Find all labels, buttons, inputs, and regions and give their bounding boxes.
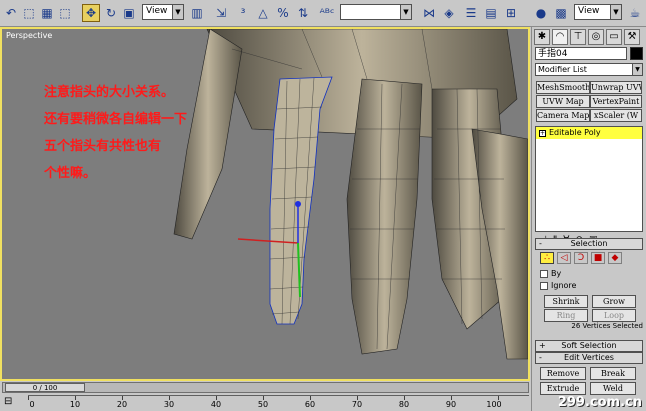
site-watermark: 299.com.cn xyxy=(557,395,642,410)
tick-label: 20 xyxy=(116,400,128,409)
chevron-down-icon: ▼ xyxy=(610,5,621,19)
grow-button[interactable]: Grow xyxy=(592,295,636,308)
create-tab-icon[interactable]: ✱ xyxy=(534,29,550,45)
loop-button[interactable]: Loop xyxy=(592,309,636,322)
select-object-icon[interactable]: ⬚ xyxy=(20,4,38,22)
curve-editor-icon[interactable]: ▤ xyxy=(482,4,500,22)
object-color-swatch[interactable] xyxy=(630,47,643,60)
material-editor-icon[interactable]: ● xyxy=(532,4,550,22)
layer-manager-icon[interactable]: ☰ xyxy=(462,4,480,22)
time-slider-thumb[interactable]: 0 / 100 xyxy=(5,383,85,392)
spinner-snap-icon[interactable]: ⇅ xyxy=(294,4,312,22)
annotation-line-1: 注意指头的大小关系。 xyxy=(44,85,175,100)
vertex-paint-button[interactable]: VertexPaint xyxy=(590,95,642,108)
border-mode-icon[interactable]: Ↄ xyxy=(574,252,588,264)
tick-label: 30 xyxy=(163,400,175,409)
tick-label: 100 xyxy=(486,400,502,409)
angle-snap-icon[interactable]: △ xyxy=(254,4,272,22)
command-panel-tabs: ✱ ◠ ⊤ ◎ ▭ ⚒ xyxy=(534,29,645,45)
motion-tab-icon[interactable]: ◎ xyxy=(588,29,604,45)
hierarchy-tab-icon[interactable]: ⊤ xyxy=(570,29,586,45)
select-manipulate-icon[interactable]: ⇲ xyxy=(212,4,230,22)
selection-status: 26 Vertices Selected xyxy=(571,322,643,330)
scale-icon[interactable]: ▣ xyxy=(120,4,138,22)
pivot-center-icon[interactable]: ▥ xyxy=(188,4,206,22)
polygon-mode-icon[interactable]: ■ xyxy=(591,252,605,264)
command-panel: ✱ ◠ ⊤ ◎ ▭ ⚒ 手指04 Modifier List ▼ MeshSmo… xyxy=(531,27,646,411)
mirror-icon[interactable]: ⋈ xyxy=(420,4,438,22)
select-by-name-icon[interactable]: ▦ xyxy=(38,4,56,22)
uvw-map-button[interactable]: UVW Map xyxy=(536,95,590,108)
time-slider[interactable]: 0 / 100 xyxy=(2,382,529,393)
track-bar-ruler[interactable]: 0 10 20 30 40 50 60 70 80 90 100 xyxy=(28,395,529,411)
edit-named-selection-icon[interactable]: ᴬᴮᶜ xyxy=(318,4,336,22)
extrude-button[interactable]: Extrude xyxy=(540,382,586,395)
schematic-view-icon[interactable]: ⊞ xyxy=(502,4,520,22)
percent-snap-icon[interactable]: % xyxy=(274,4,292,22)
named-selection-set-select[interactable]: ▼ xyxy=(340,4,412,20)
ring-button[interactable]: Ring xyxy=(544,309,588,322)
tick-label: 60 xyxy=(304,400,316,409)
utilities-tab-icon[interactable]: ⚒ xyxy=(624,29,640,45)
modifier-stack: + Editable Poly xyxy=(535,126,643,232)
ignore-backfacing-checkbox[interactable]: Ignore xyxy=(540,281,576,290)
vertex-mode-icon[interactable]: ∴ xyxy=(540,252,554,264)
annotation-line-4: 个性嘛。 xyxy=(44,166,97,181)
object-name-field[interactable]: 手指04 xyxy=(535,47,627,60)
selection-rollout-header[interactable]: - Selection xyxy=(535,238,643,250)
quick-render-icon[interactable]: ☕ xyxy=(626,4,644,22)
render-type-select[interactable]: View ▼ xyxy=(574,4,622,20)
select-region-icon[interactable]: ⬚ xyxy=(56,4,74,22)
stack-item-editable-poly[interactable]: + Editable Poly xyxy=(536,127,642,139)
move-icon[interactable]: ✥ xyxy=(82,4,100,22)
annotation-line-3: 五个指头有共性也有 xyxy=(44,139,162,154)
weld-button[interactable]: Weld xyxy=(590,382,636,395)
remove-button[interactable]: Remove xyxy=(540,367,586,380)
xscaler-button[interactable]: xScaler (W xyxy=(590,109,642,122)
edge-mode-icon[interactable]: ◁ xyxy=(557,252,571,264)
tick-label: 80 xyxy=(398,400,410,409)
subobject-level-icons: ∴ ◁ Ↄ ■ ◆ xyxy=(540,252,622,264)
tick-label: 90 xyxy=(445,400,457,409)
undo-icon[interactable]: ↶ xyxy=(2,4,20,22)
meshsmooth-button[interactable]: MeshSmooth xyxy=(536,81,590,94)
soft-selection-rollout-header[interactable]: + Soft Selection xyxy=(535,340,643,352)
timeline-area: 0 / 100 ⊟ 0 10 20 30 40 50 60 70 80 90 1… xyxy=(0,381,531,411)
tick-label: 40 xyxy=(210,400,222,409)
display-tab-icon[interactable]: ▭ xyxy=(606,29,622,45)
rotate-icon[interactable]: ↻ xyxy=(102,4,120,22)
by-vertex-checkbox[interactable]: By xyxy=(540,269,561,278)
tick-label: 10 xyxy=(69,400,81,409)
modify-tab-icon[interactable]: ◠ xyxy=(552,29,568,45)
track-bar-icon[interactable]: ⊟ xyxy=(4,396,20,408)
edit-vertices-rollout-header[interactable]: - Edit Vertices xyxy=(535,352,643,364)
snap-toggle-icon[interactable]: ³ xyxy=(234,4,252,22)
reference-coordinate-select[interactable]: View ▼ xyxy=(142,4,184,20)
annotation-line-2: 还有要稍微各自编辑一下 xyxy=(44,112,188,127)
align-icon[interactable]: ◈ xyxy=(440,4,458,22)
chevron-down-icon: ▼ xyxy=(172,5,183,19)
break-button[interactable]: Break xyxy=(590,367,636,380)
shrink-button[interactable]: Shrink xyxy=(544,295,588,308)
unwrap-uvw-button[interactable]: Unwrap UVW xyxy=(590,81,642,94)
perspective-viewport[interactable]: Perspective 注意指头的大小关系。 还有要稍微各自编辑一下 五个指头有… xyxy=(0,27,530,381)
main-toolbar: ↶ ⬚ ▦ ⬚ ✥ ↻ ▣ View ▼ ▥ ⇲ ³ △ % ⇅ ᴬᴮᶜ ▼ ⋈… xyxy=(0,0,646,27)
camera-map-button[interactable]: Camera Map xyxy=(536,109,590,122)
chevron-down-icon: ▼ xyxy=(400,5,411,19)
expand-icon[interactable]: + xyxy=(539,129,546,137)
modifier-list-select[interactable]: Modifier List ▼ xyxy=(535,63,643,76)
render-scene-icon[interactable]: ▩ xyxy=(552,4,570,22)
tick-label: 50 xyxy=(257,400,269,409)
chevron-down-icon: ▼ xyxy=(632,64,642,75)
viewport-label[interactable]: Perspective xyxy=(6,31,52,40)
element-mode-icon[interactable]: ◆ xyxy=(608,252,622,264)
tick-label: 0 xyxy=(29,400,35,409)
tick-label: 70 xyxy=(351,400,363,409)
